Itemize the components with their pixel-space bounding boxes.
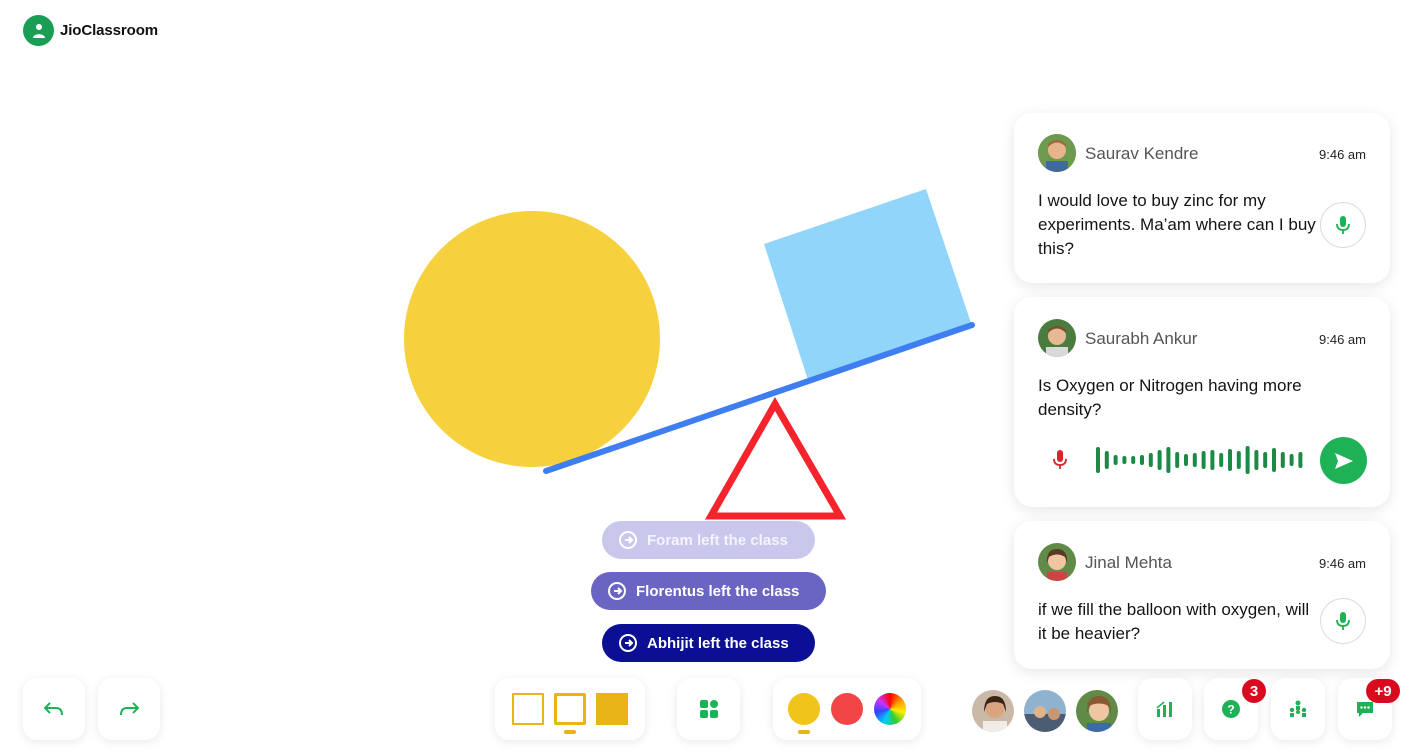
questions-count-badge: 3: [1242, 679, 1266, 703]
waveform-bar: [1166, 447, 1171, 473]
mic-icon: [1336, 612, 1350, 630]
message-time: 9:46 am: [1319, 147, 1366, 162]
outline-thick-square-tool[interactable]: [554, 693, 586, 725]
sender-name: Saurav Kendre: [1085, 144, 1199, 163]
chat-card: Jinal Mehta 9:46 am if we fill the ballo…: [1014, 521, 1390, 669]
waveform-bar: [1122, 456, 1127, 464]
rainbow-color-swatch[interactable]: [873, 693, 906, 725]
toast-foram-left: Foram left the class: [602, 521, 815, 559]
waveform-bar: [1210, 450, 1215, 470]
toast-text: Abhijit left the class: [647, 634, 789, 652]
red-triangle-shape[interactable]: [704, 396, 847, 520]
filled-square-tool[interactable]: [596, 693, 628, 725]
message-text: Is Oxygen or Nitrogen having more densit…: [1038, 376, 1302, 419]
selected-indicator: [798, 730, 810, 734]
participant-avatar[interactable]: [970, 688, 1016, 734]
waveform-bar: [1254, 450, 1259, 470]
waveform-bar: [1104, 451, 1109, 469]
avatar: [1038, 319, 1076, 357]
shapes-button[interactable]: [677, 678, 740, 740]
waveform-bar: [1140, 455, 1144, 465]
voice-waveform: [1096, 446, 1303, 474]
outline-thin-square-tool[interactable]: [512, 693, 544, 725]
waveform-bar: [1131, 456, 1136, 464]
color-picker-group: [773, 678, 921, 740]
chat-count-badge: +9: [1366, 679, 1400, 703]
avatar: [1038, 134, 1076, 172]
waveform-bar: [1184, 454, 1188, 466]
question-icon: ?: [1222, 700, 1240, 718]
sender-name: Jinal Mehta: [1085, 553, 1172, 572]
chat-card: Saurabh Ankur 9:46 am Is Oxygen or Nitro…: [1014, 297, 1390, 507]
message-time: 9:46 am: [1319, 556, 1366, 571]
red-color-swatch[interactable]: [830, 693, 863, 725]
waveform-bar: [1280, 452, 1285, 468]
avatar: [1038, 543, 1076, 581]
participant-avatar[interactable]: [1074, 688, 1120, 734]
yellow-circle-shape[interactable]: [404, 211, 660, 467]
message-text: I would love to buy zinc for my experime…: [1038, 191, 1316, 258]
chat-card: Saurav Kendre 9:46 am I would love to bu…: [1014, 113, 1390, 283]
send-icon: [1334, 452, 1353, 469]
waveform-bar: [1263, 452, 1268, 468]
waveform-bar: [1192, 453, 1197, 467]
mic-button[interactable]: [1320, 598, 1366, 644]
selected-indicator: [564, 730, 576, 734]
mic-button[interactable]: [1320, 202, 1366, 248]
group-icon: [1289, 700, 1307, 717]
message-text: if we fill the balloon with oxygen, will…: [1038, 600, 1310, 643]
toast-text: Florentus left the class: [636, 582, 800, 600]
exit-icon: [608, 582, 626, 600]
waveform-bar: [1113, 455, 1118, 465]
mic-icon: [1336, 216, 1350, 234]
undo-button[interactable]: [23, 678, 85, 740]
yellow-color-swatch[interactable]: [788, 693, 821, 725]
blue-square-shape[interactable]: [764, 189, 972, 380]
waveform-bar: [1245, 446, 1250, 474]
toast-abhijit-left: Abhijit left the class: [602, 624, 815, 662]
waveform-bar: [1298, 452, 1303, 468]
message-time: 9:46 am: [1319, 332, 1366, 347]
waveform-bar: [1219, 453, 1224, 467]
waveform-bar: [1272, 448, 1276, 472]
send-voice-button[interactable]: [1320, 437, 1367, 484]
waveform-bar: [1201, 451, 1206, 469]
waveform-bar: [1175, 452, 1180, 468]
svg-text:?: ?: [1227, 703, 1234, 717]
shapes-icon: [699, 700, 718, 718]
waveform-bar: [1096, 447, 1100, 473]
undo-icon: [43, 702, 63, 716]
recording-mic-icon[interactable]: [1052, 449, 1068, 476]
participants-button[interactable]: [1271, 678, 1325, 740]
toast-florentus-left: Florentus left the class: [591, 572, 826, 610]
toast-text: Foram left the class: [647, 531, 788, 549]
redo-button[interactable]: [98, 678, 160, 740]
stats-button[interactable]: [1138, 678, 1192, 740]
chat-icon: [1357, 702, 1373, 717]
waveform-bar: [1157, 450, 1162, 470]
waveform-bar: [1148, 453, 1153, 467]
bar-chart-icon: [1156, 701, 1172, 717]
redo-icon: [120, 702, 140, 716]
waveform-bar: [1289, 454, 1294, 466]
waveform-bar: [1236, 451, 1241, 469]
participant-avatar[interactable]: [1022, 688, 1068, 734]
sender-name: Saurabh Ankur: [1085, 329, 1198, 348]
exit-icon: [619, 531, 637, 549]
waveform-bar: [1228, 449, 1232, 471]
exit-icon: [619, 634, 637, 652]
